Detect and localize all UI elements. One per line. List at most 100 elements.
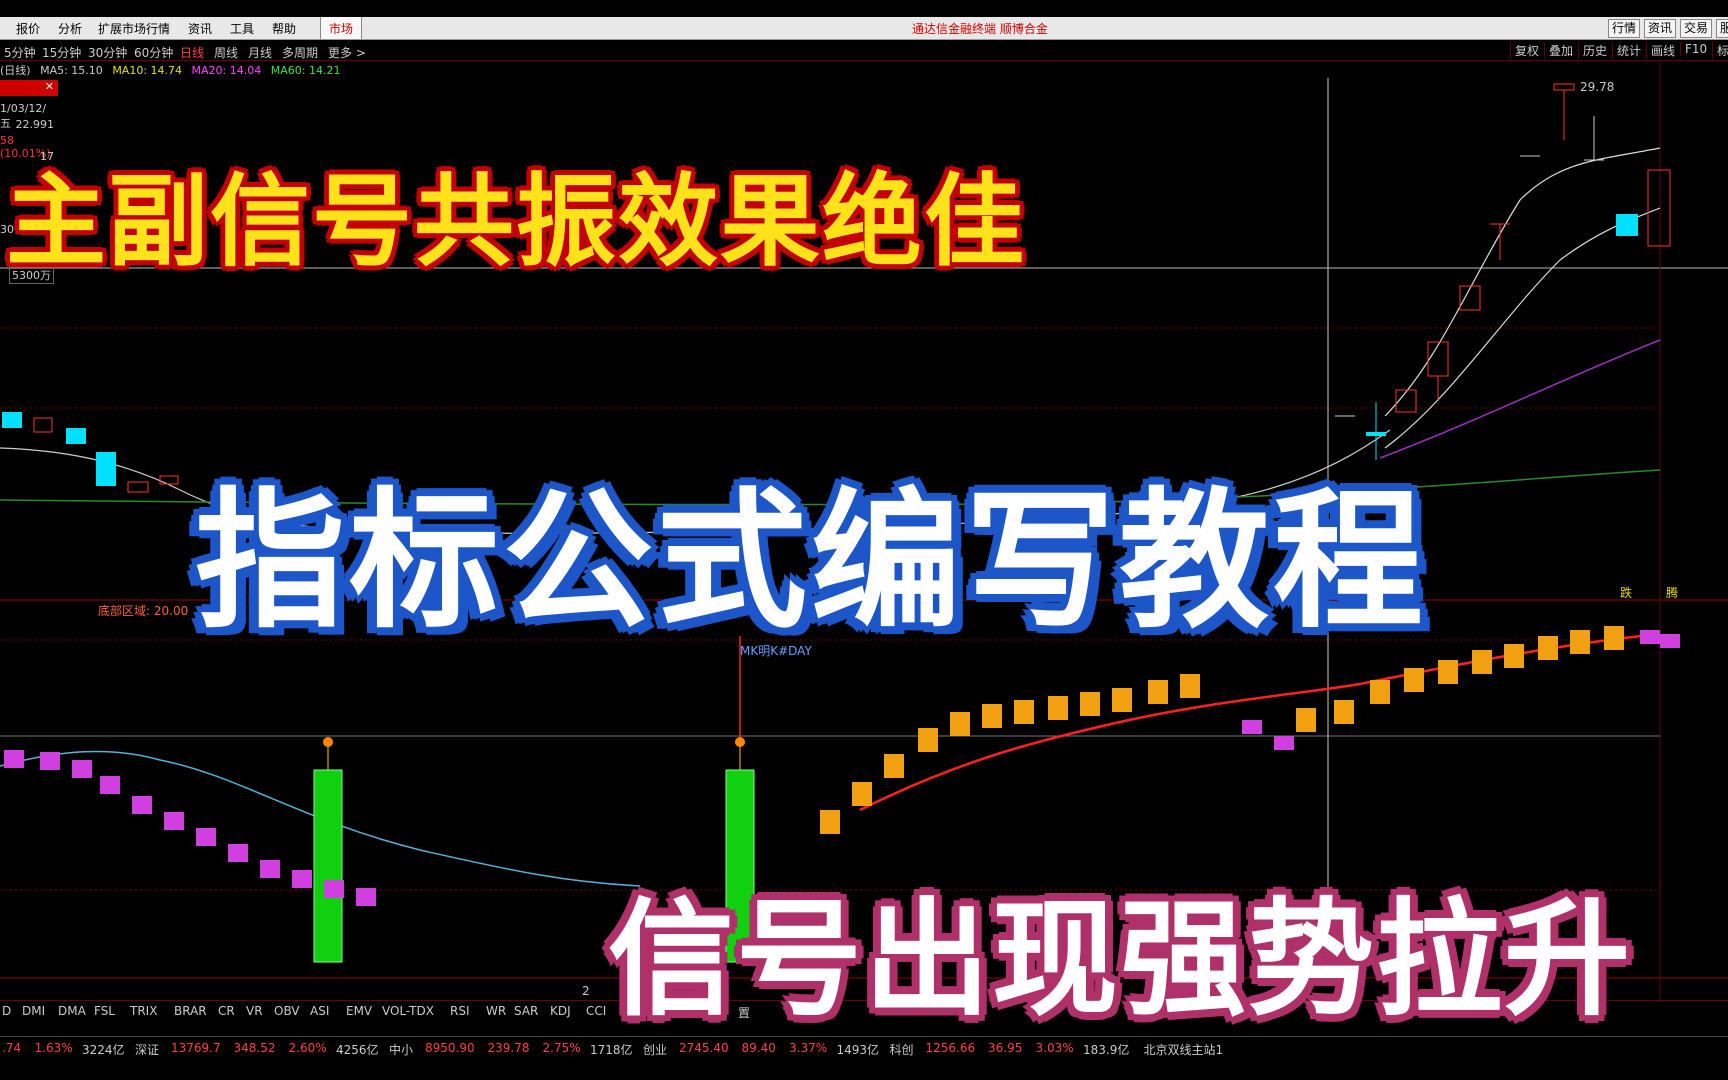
- service-button[interactable]: 服: [1716, 19, 1728, 38]
- info-price: 22.991: [15, 118, 55, 131]
- news-button[interactable]: 资讯: [1644, 19, 1677, 38]
- period-daily[interactable]: 日线: [180, 44, 204, 61]
- sub-candle: [260, 860, 280, 878]
- indicator-tab-wr[interactable]: WR: [486, 1004, 506, 1018]
- status-item: 创业: [643, 1043, 668, 1057]
- ma5-value: MA5: 15.10: [40, 64, 103, 77]
- period-monthly[interactable]: 月线: [248, 44, 272, 61]
- tool-statistics[interactable]: 统计: [1612, 42, 1641, 59]
- trade-button[interactable]: 交易: [1680, 19, 1713, 38]
- sub-candle: [1472, 650, 1492, 674]
- status-item: 1.63%: [34, 1041, 73, 1055]
- sub-candle: [1538, 636, 1558, 660]
- sub-candle: [164, 812, 184, 830]
- indicator-tab-asi[interactable]: ASI: [310, 1004, 329, 1018]
- menu-bar: 报价 分析 扩展市场行情 资讯 工具 帮助 市场 通达信金融终端 顺博合金 行情…: [0, 17, 1728, 40]
- tab-market-label: 市场: [329, 22, 354, 36]
- fall-label: 跌: [1620, 586, 1633, 600]
- overlay-title-signal: 信号出现强势拉升: [608, 886, 1632, 1033]
- tab-market[interactable]: 市场: [320, 17, 362, 39]
- menu-quote[interactable]: 报价: [16, 20, 40, 37]
- bottom-zone-label: 底部区域: 20.00: [98, 604, 189, 618]
- status-item: 科创: [889, 1043, 914, 1057]
- status-item: 1718亿: [590, 1043, 633, 1057]
- indicator-tab-cci[interactable]: CCI: [586, 1004, 606, 1018]
- sub-candle: [1048, 696, 1068, 720]
- tool-overlay[interactable]: 叠加: [1544, 42, 1573, 59]
- indicator-tab-dmi[interactable]: DMI: [22, 1004, 45, 1018]
- sub-candle: [1604, 626, 1624, 650]
- period-60min[interactable]: 60分钟: [134, 44, 173, 61]
- menu-analysis[interactable]: 分析: [58, 20, 82, 37]
- overlay-title-resonance: 主副信号共振效果绝佳: [6, 163, 1026, 280]
- sub-candle: [852, 782, 872, 806]
- menu-help[interactable]: 帮助: [272, 20, 296, 37]
- indicator-tab-d[interactable]: D: [2, 1004, 11, 1018]
- period-weekly[interactable]: 周线: [214, 44, 238, 61]
- indicator-tab-fsl[interactable]: FSL: [94, 1004, 115, 1018]
- rise-label: 腾: [1666, 586, 1679, 600]
- status-item: 89.40: [741, 1041, 776, 1055]
- status-item: 2.75%: [542, 1041, 581, 1055]
- sub-candle: [356, 888, 376, 906]
- quote-button[interactable]: 行情: [1608, 19, 1641, 38]
- indicator-tab-dma[interactable]: DMA: [58, 1004, 86, 1018]
- sub-candle: [1334, 700, 1354, 724]
- tool-history[interactable]: 历史: [1578, 42, 1607, 59]
- overlay-title-tutorial: 指标公式编写教程: [195, 475, 1428, 649]
- sub-candle: [1640, 630, 1660, 644]
- sub-candle: [820, 810, 840, 834]
- sub-candle: [324, 880, 344, 898]
- indicator-tab-sar[interactable]: SAR: [514, 1004, 538, 1018]
- sub-marker: 2: [582, 984, 590, 998]
- tool-restore-right[interactable]: 复权: [1510, 42, 1539, 59]
- indicator-tab-vr[interactable]: VR: [246, 1004, 263, 1018]
- menu-news[interactable]: 资讯: [188, 20, 212, 37]
- status-item: 1493亿: [836, 1043, 880, 1057]
- indicator-tab-vol-tdx[interactable]: VOL-TDX: [382, 1004, 434, 1018]
- sub-candle: [100, 776, 120, 794]
- close-icon[interactable]: ✕: [45, 80, 54, 93]
- sub-candle: [1148, 680, 1168, 704]
- sub-candle: [40, 752, 60, 770]
- indicator-tab-kdj[interactable]: KDJ: [550, 1004, 571, 1018]
- status-item: 183.9亿: [1083, 1043, 1130, 1057]
- status-item: 36.95: [988, 1041, 1023, 1055]
- indicator-tab-obv[interactable]: OBV: [274, 1004, 300, 1018]
- sub-candle: [918, 728, 938, 752]
- status-item: 中小: [389, 1043, 414, 1057]
- sub-candle: [228, 844, 248, 862]
- period-30min[interactable]: 30分钟: [88, 44, 127, 61]
- sub-candle: [292, 870, 312, 888]
- info-close-bar: ✕: [0, 80, 58, 96]
- indicator-tab-cr[interactable]: CR: [218, 1004, 235, 1018]
- indicator-tab-trix[interactable]: TRIX: [130, 1004, 157, 1018]
- window-title: 通达信金融终端 顺博合金: [912, 22, 1048, 36]
- period-toolbar: 5分钟 15分钟 30分钟 60分钟 日线 周线 月线 多周期 更多 > 复权 …: [0, 40, 1728, 61]
- menu-extended-market[interactable]: 扩展市场行情: [98, 20, 170, 37]
- tool-f10[interactable]: F10: [1680, 42, 1707, 56]
- sub-candle: [1080, 692, 1100, 716]
- tool-draw-line[interactable]: 画线: [1646, 42, 1675, 59]
- indicator-tab-emv[interactable]: EMV: [346, 1004, 372, 1018]
- status-item: 3.37%: [789, 1041, 828, 1055]
- sub-candle: [72, 760, 92, 778]
- tool-mark[interactable]: 标: [1712, 42, 1728, 59]
- ma20-value: MA20: 14.04: [191, 64, 262, 77]
- menu-tools[interactable]: 工具: [230, 20, 254, 37]
- sub-candle: [1014, 700, 1034, 724]
- status-item: 3224亿: [82, 1043, 125, 1057]
- sub-candle: [196, 828, 216, 846]
- status-item: 348.52: [233, 1041, 276, 1055]
- status-item: 深证: [135, 1043, 160, 1057]
- period-multi[interactable]: 多周期: [282, 44, 318, 61]
- status-item: 8950.90: [425, 1041, 475, 1055]
- status-item: 2745.40: [679, 1041, 729, 1055]
- sub-candle: [1296, 708, 1316, 732]
- indicator-tab-rsi[interactable]: RSI: [450, 1004, 470, 1018]
- period-more[interactable]: 更多 >: [328, 44, 366, 61]
- sub-candle: [4, 750, 24, 768]
- period-5min[interactable]: 5分钟: [4, 44, 36, 61]
- indicator-tab-brar[interactable]: BRAR: [174, 1004, 207, 1018]
- period-15min[interactable]: 15分钟: [42, 44, 81, 61]
